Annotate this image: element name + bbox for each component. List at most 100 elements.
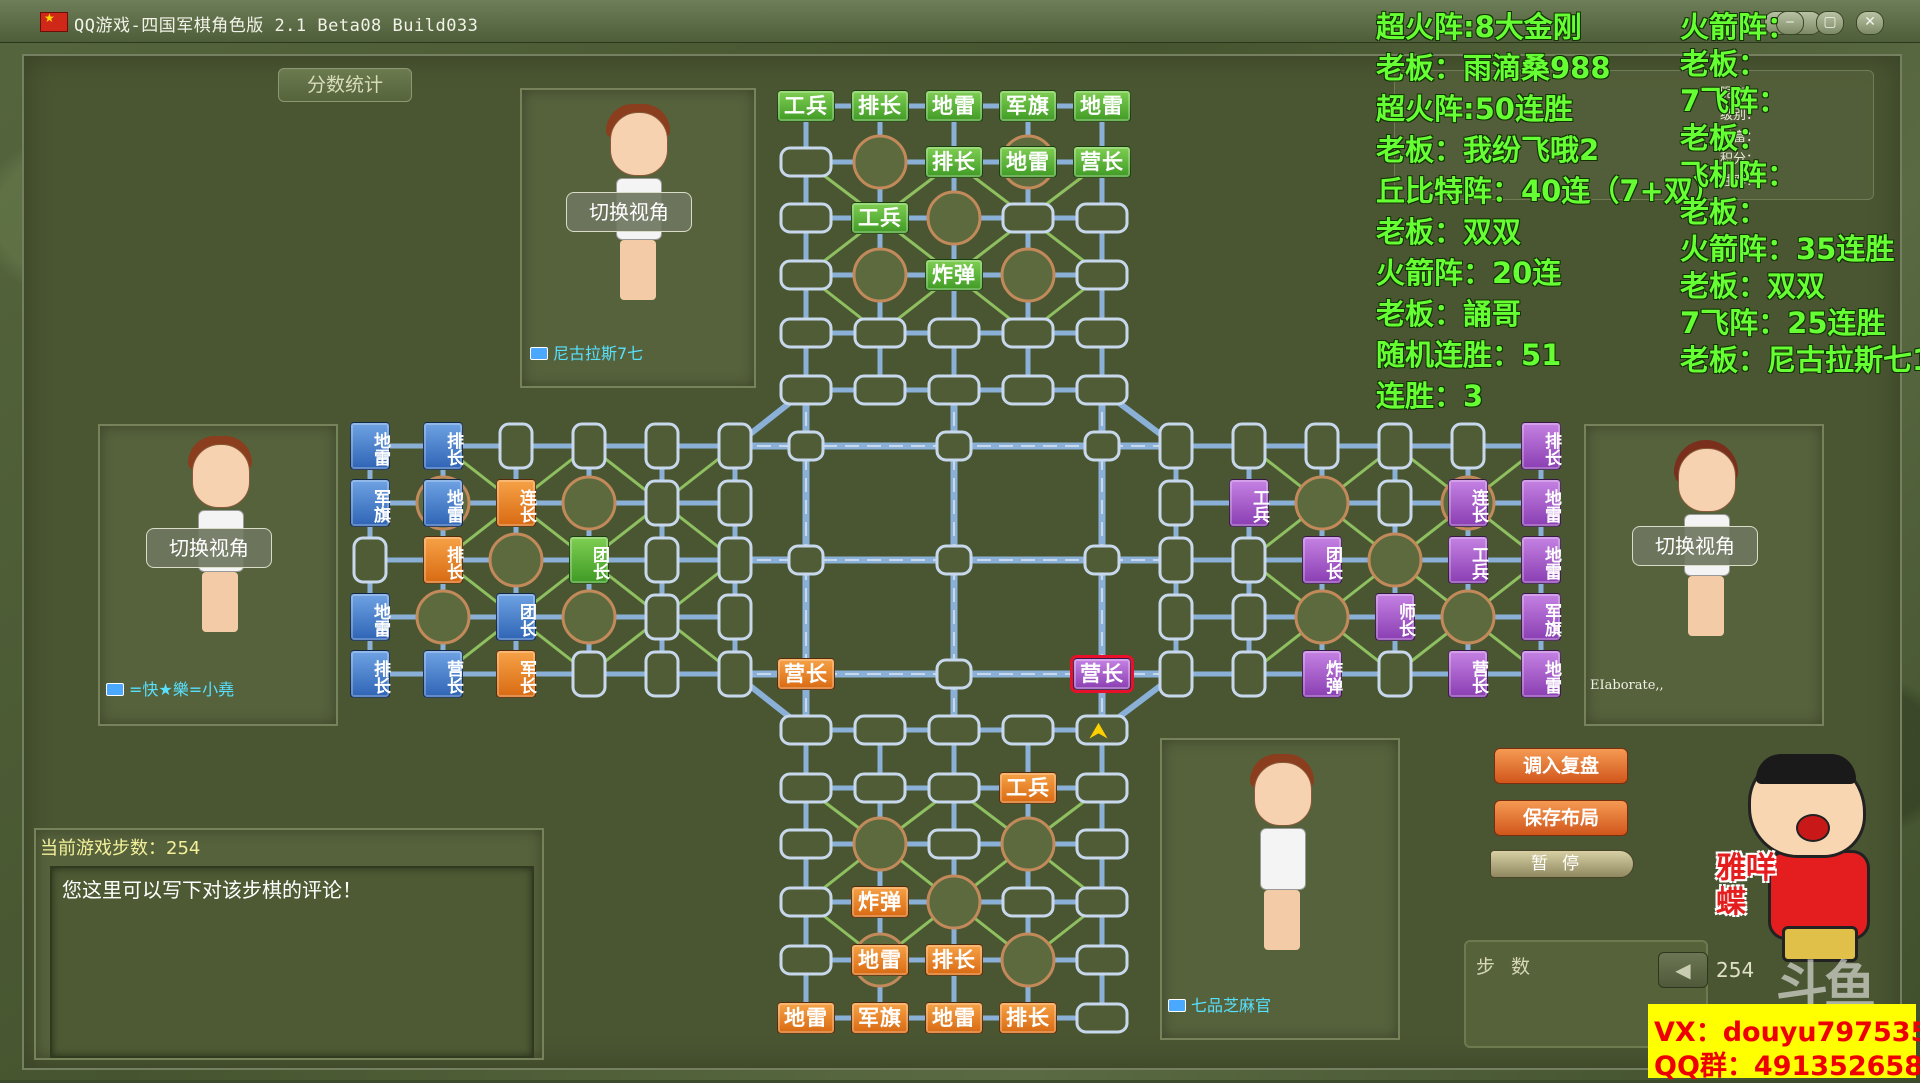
board-piece-left[interactable]: 地雷	[423, 479, 463, 527]
board-piece-left[interactable]: 军旗	[350, 479, 390, 527]
right-station	[1158, 479, 1194, 527]
selected-piece[interactable]: 营长	[1073, 658, 1131, 690]
right-station	[1231, 650, 1267, 698]
right-station	[1158, 536, 1194, 584]
center-station	[935, 430, 973, 462]
bottom-camp	[1000, 932, 1056, 988]
overlay-line: 飞机阵：	[1680, 158, 1797, 192]
board-piece-bottom[interactable]: 排长	[925, 944, 983, 976]
board-piece-bottom[interactable]: 地雷	[925, 1002, 983, 1034]
board-piece-center[interactable]: 营长	[777, 658, 835, 690]
mascot-text: 雅咩蝶	[1716, 851, 1776, 920]
bottom-station	[1075, 828, 1129, 860]
board-piece-top[interactable]: 地雷	[999, 146, 1057, 178]
board-piece-top[interactable]: 工兵	[777, 90, 835, 122]
bottom-station	[779, 886, 833, 918]
board-piece-top[interactable]: 排长	[925, 146, 983, 178]
right-camp	[1367, 532, 1423, 588]
left-station	[571, 422, 607, 470]
board-piece-right[interactable]: 工兵	[1229, 479, 1269, 527]
bottom-camp	[926, 874, 982, 930]
top-station	[853, 374, 907, 406]
right-station	[1377, 422, 1413, 470]
right-station	[1158, 650, 1194, 698]
top-station	[779, 202, 833, 234]
left-camp	[561, 475, 617, 531]
board-piece-left[interactable]: 地雷	[350, 422, 390, 470]
bottom-station	[779, 828, 833, 860]
top-station	[1075, 374, 1129, 406]
board-piece-bottom[interactable]: 地雷	[777, 1002, 835, 1034]
bottom-station	[1075, 944, 1129, 976]
top-camp	[852, 247, 908, 303]
board-piece-left[interactable]: 排长	[423, 422, 463, 470]
board-piece-right[interactable]: 连长	[1448, 479, 1488, 527]
right-station	[1158, 422, 1194, 470]
pause-button[interactable]: 暂停	[1490, 850, 1634, 878]
center-station	[935, 658, 973, 690]
board-piece-bottom[interactable]: 炸弹	[851, 886, 909, 918]
load-replay-button[interactable]: 调入复盘	[1494, 748, 1628, 784]
center-station	[1083, 544, 1121, 576]
board-piece-right[interactable]: 地雷	[1521, 479, 1561, 527]
left-station	[498, 422, 534, 470]
overlay-line: 火箭阵：	[1680, 10, 1797, 44]
bottom-station	[779, 714, 833, 746]
left-station	[644, 593, 680, 641]
game-window: QQ游戏-四国军棋角色版 2.1 Beta08 Build033 置 ‒ ▢ ✕…	[0, 0, 1920, 1082]
board-piece-top[interactable]: 地雷	[1073, 90, 1131, 122]
board-piece-right[interactable]: 工兵	[1448, 536, 1488, 584]
left-station	[644, 536, 680, 584]
board-piece-left[interactable]: 排长	[423, 536, 463, 584]
top-station	[1075, 317, 1129, 349]
board-piece-top[interactable]: 炸弹	[925, 259, 983, 291]
board-piece-left[interactable]: 军长	[496, 650, 536, 698]
bottom-station	[1001, 886, 1055, 918]
left-station	[717, 422, 753, 470]
board-piece-left[interactable]: 排长	[350, 650, 390, 698]
board-piece-right[interactable]: 团长	[1302, 536, 1342, 584]
top-camp	[926, 190, 982, 246]
board-piece-top[interactable]: 营长	[1073, 146, 1131, 178]
left-station	[644, 422, 680, 470]
board-piece-right[interactable]: 营长	[1448, 650, 1488, 698]
top-station	[1001, 317, 1055, 349]
top-station	[779, 259, 833, 291]
board-piece-right[interactable]: 师长	[1375, 593, 1415, 641]
board-piece-left[interactable]: 营长	[423, 650, 463, 698]
right-station	[1304, 422, 1340, 470]
board-piece-top[interactable]: 工兵	[851, 202, 909, 234]
right-camp	[1294, 475, 1350, 531]
left-station	[644, 650, 680, 698]
board-piece-left[interactable]: 团长	[496, 593, 536, 641]
prev-step-button[interactable]: ◀	[1658, 952, 1708, 988]
bottom-station	[927, 714, 981, 746]
board-piece-top[interactable]: 军旗	[999, 90, 1057, 122]
bottom-station	[1075, 772, 1129, 804]
right-station	[1377, 479, 1413, 527]
top-station	[927, 374, 981, 406]
board-piece-bottom[interactable]: 工兵	[999, 772, 1057, 804]
right-camp	[1440, 589, 1496, 645]
board-piece-bottom[interactable]: 排长	[999, 1002, 1057, 1034]
save-layout-button[interactable]: 保存布局	[1494, 800, 1628, 836]
board-piece-right[interactable]: 炸弹	[1302, 650, 1342, 698]
board-piece-right[interactable]: 军旗	[1521, 593, 1561, 641]
board-piece-right[interactable]: 地雷	[1521, 536, 1561, 584]
board-piece-left[interactable]: 团长	[569, 536, 609, 584]
right-station	[1158, 593, 1194, 641]
board-piece-top[interactable]: 排长	[851, 90, 909, 122]
steps-label: 步数	[1476, 956, 1547, 978]
board-piece-right[interactable]: 排长	[1521, 422, 1561, 470]
bottom-camp	[852, 816, 908, 872]
board-piece-right[interactable]: 地雷	[1521, 650, 1561, 698]
board-piece-left[interactable]: 地雷	[350, 593, 390, 641]
board-piece-bottom[interactable]: 地雷	[851, 944, 909, 976]
overlay-line: 7飞阵：	[1680, 84, 1788, 118]
board-piece-top[interactable]: 地雷	[925, 90, 983, 122]
board-piece-bottom[interactable]: 军旗	[851, 1002, 909, 1034]
overlay-line: 火箭阵：35连胜	[1680, 232, 1895, 266]
left-station	[717, 479, 753, 527]
board-piece-left[interactable]: 连长	[496, 479, 536, 527]
top-station	[1001, 374, 1055, 406]
